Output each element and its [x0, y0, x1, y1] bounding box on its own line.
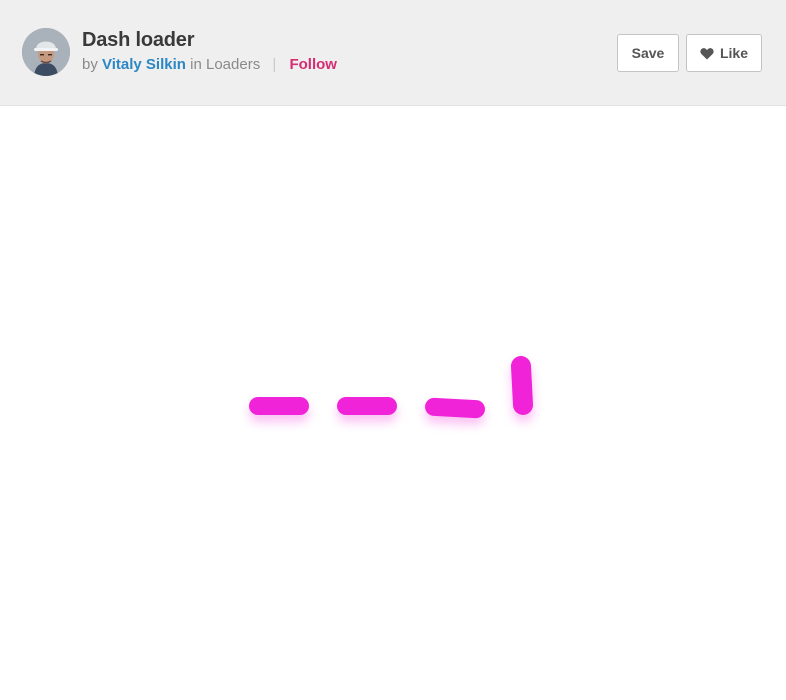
pen-title: Dash loader: [82, 29, 195, 51]
heart-icon: [700, 47, 714, 59]
loader-dash-4: [510, 355, 534, 416]
pen-header: Dash loader by Vitaly Silkin in Loaders …: [0, 0, 786, 106]
follow-button[interactable]: Follow: [289, 56, 337, 73]
author-avatar[interactable]: [22, 28, 70, 76]
by-label: by: [82, 56, 98, 73]
in-label: in: [190, 56, 202, 73]
preview-stage: [0, 106, 786, 700]
byline-separator: |: [272, 56, 277, 73]
loader-dash-2: [337, 397, 397, 415]
loader-dash-3: [424, 397, 486, 419]
author-link[interactable]: Vitaly Silkin: [102, 56, 186, 73]
like-button-label: Like: [719, 45, 748, 61]
loader-dash-1: [249, 397, 309, 415]
save-button-label: Save: [631, 45, 665, 61]
like-button[interactable]: Like: [686, 34, 762, 72]
byline: by Vitaly Silkin in Loaders | Follow: [82, 56, 337, 73]
collection-link[interactable]: Loaders: [206, 56, 260, 73]
save-button[interactable]: Save: [617, 34, 679, 72]
